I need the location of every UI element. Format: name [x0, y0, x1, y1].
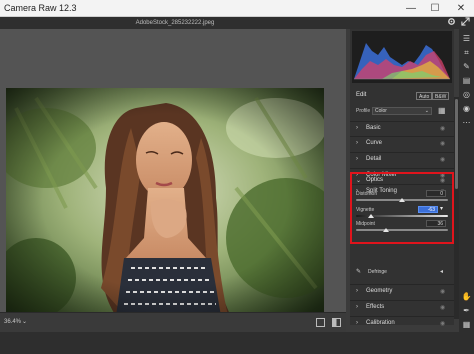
zoom-level[interactable]: 36.4%: [4, 319, 21, 325]
grid-icon[interactable]: ▦: [459, 319, 474, 331]
distortion-value[interactable]: 0: [426, 190, 446, 197]
eye-icon[interactable]: ◉: [440, 140, 445, 147]
crop-icon[interactable]: ⌗: [459, 47, 474, 59]
chevron-right-icon: ›: [356, 288, 358, 294]
edit-header: Edit Auto B&W: [350, 89, 454, 103]
optics-section: ⌄ Optics ◉ Distortion 0 Vignette -63 ▾ M…: [350, 172, 454, 244]
eye-icon[interactable]: ◉: [440, 288, 445, 295]
section-detail[interactable]: › Detail ◉: [350, 152, 454, 166]
histogram: [352, 31, 452, 83]
section-label: Effects: [366, 304, 385, 310]
expand-icon[interactable]: [459, 17, 471, 29]
auto-button[interactable]: Auto: [416, 92, 433, 100]
radial-filter-icon[interactable]: ◎: [459, 89, 474, 101]
single-view-icon[interactable]: [316, 318, 325, 327]
section-label: Calibration: [366, 320, 395, 326]
gear-icon[interactable]: [445, 17, 457, 29]
close-button[interactable]: ✕: [450, 0, 472, 17]
midpoint-slider[interactable]: [356, 229, 448, 231]
scrollbar-thumb[interactable]: [455, 99, 458, 189]
graduated-filter-icon[interactable]: ▤: [459, 75, 474, 87]
defringe-label: Defringe: [368, 269, 387, 275]
chevron-down-icon: ⌄: [424, 108, 429, 114]
profile-select[interactable]: Color ⌄: [372, 107, 432, 115]
defringe-row[interactable]: ✎ Defringe ◂: [350, 266, 454, 278]
vignette-slider-handle[interactable]: [368, 214, 374, 218]
profile-value: Color: [375, 108, 387, 114]
section-calibration[interactable]: › Calibration ◉: [350, 316, 454, 327]
more-icon[interactable]: ⋯: [459, 117, 474, 129]
section-label: Basic: [366, 125, 381, 131]
section-curve[interactable]: › Curve ◉: [350, 136, 454, 150]
zoom-dropdown-icon[interactable]: ⌄: [22, 318, 27, 325]
before-after-icon[interactable]: [332, 318, 341, 327]
vignette-label: Vignette: [356, 207, 375, 213]
distortion-label: Distortion: [356, 191, 378, 197]
chevron-down-icon[interactable]: ⌄: [356, 177, 361, 184]
eyedropper-icon[interactable]: ✎: [356, 268, 361, 275]
section-basic[interactable]: › Basic ◉: [350, 121, 454, 135]
edit-sliders-icon[interactable]: ☰: [459, 33, 474, 45]
chevron-right-icon: ›: [356, 320, 358, 326]
midpoint-value[interactable]: 36: [426, 220, 446, 227]
redeye-icon[interactable]: ◉: [459, 103, 474, 115]
image-canvas[interactable]: [0, 29, 346, 316]
chevron-right-icon: ›: [356, 140, 358, 146]
distortion-slider-handle[interactable]: [399, 198, 405, 202]
vignette-dropdown-icon[interactable]: ▾: [440, 205, 443, 212]
section-label: Optics: [366, 177, 384, 183]
bottom-filler: [0, 332, 346, 354]
minimize-button[interactable]: —: [400, 0, 422, 17]
section-label: Curve: [366, 140, 383, 146]
document-filename: AdobeStock_285232222.jpeg: [135, 20, 215, 26]
profile-row: Profile Color ⌄ ▦: [350, 105, 454, 117]
eye-icon[interactable]: ◉: [440, 320, 445, 327]
eyedropper-icon[interactable]: ✒: [459, 305, 474, 317]
bw-button[interactable]: B&W: [432, 92, 450, 100]
midpoint-slider-handle[interactable]: [383, 228, 389, 232]
bottom-filler-right: [346, 332, 459, 354]
hand-icon[interactable]: ✋: [459, 291, 474, 303]
window-titlebar: Camera Raw 12.3 — ☐ ✕: [0, 0, 474, 17]
section-geometry[interactable]: › Geometry ◉: [350, 284, 454, 298]
vignette-value[interactable]: -63: [418, 206, 438, 213]
section-label: Geometry: [366, 288, 393, 294]
maximize-button[interactable]: ☐: [424, 0, 446, 17]
photo-preview[interactable]: [6, 88, 324, 316]
profile-label: Profile: [356, 108, 371, 114]
chevron-right-icon: ›: [356, 304, 358, 310]
eye-icon[interactable]: ◉: [440, 304, 445, 311]
tool-strip: ☰ ⌗ ✎ ▤ ◎ ◉ ⋯ ✋ ✒ ▦: [459, 29, 474, 354]
chevron-right-icon: ›: [356, 156, 358, 162]
profile-browser-icon[interactable]: ▦: [438, 107, 446, 115]
eye-icon[interactable]: ◉: [440, 177, 445, 184]
eye-icon[interactable]: ◉: [440, 125, 445, 132]
canvas-statusbar: 36.4% ⌄: [0, 312, 346, 332]
section-effects[interactable]: › Effects ◉: [350, 300, 454, 314]
section-label: Detail: [366, 156, 382, 162]
edit-title: Edit: [356, 92, 367, 98]
midpoint-label: Midpoint: [356, 221, 375, 227]
caret-left-icon[interactable]: ◂: [440, 268, 443, 275]
eye-icon[interactable]: ◉: [440, 156, 445, 163]
chevron-right-icon: ›: [356, 125, 358, 131]
brush-icon[interactable]: ✎: [459, 61, 474, 73]
window-title: Camera Raw 12.3: [4, 3, 77, 13]
